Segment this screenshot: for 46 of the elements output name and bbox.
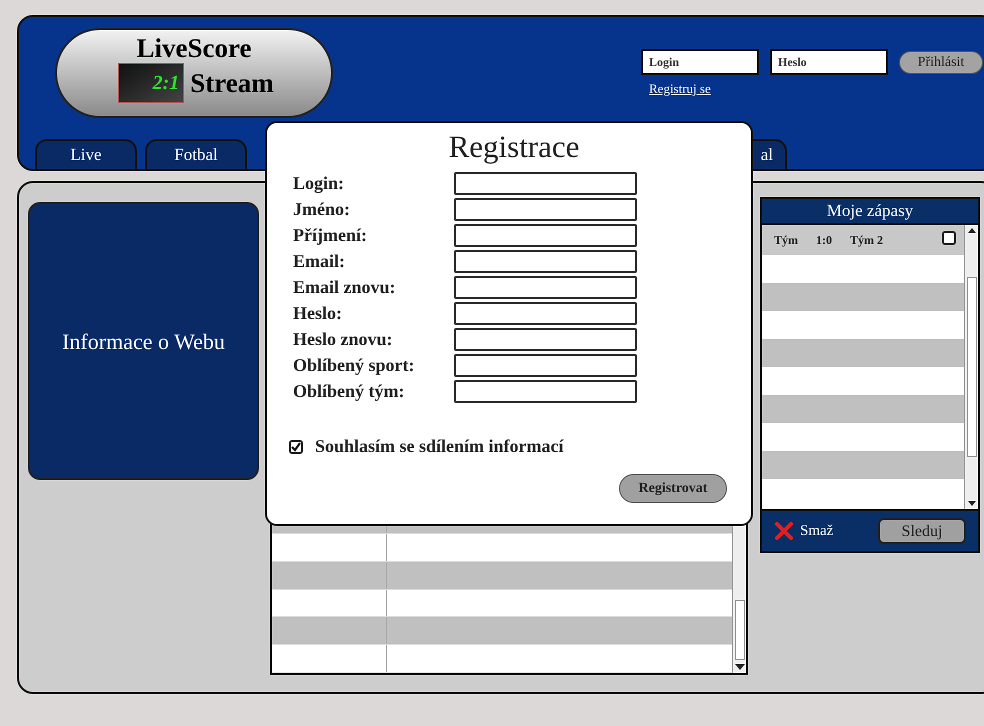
- field-label: Email:: [293, 250, 346, 273]
- field-label: Příjmení:: [293, 224, 368, 247]
- field-label: Email znovu:: [293, 276, 397, 299]
- consent-label: Souhlasím se sdílením informací: [315, 435, 564, 458]
- input-field[interactable]: [454, 198, 637, 221]
- logo-title: LiveScore: [136, 33, 252, 63]
- info-title: Informace o Webu: [62, 328, 225, 356]
- scroll-down-icon[interactable]: [734, 664, 744, 670]
- login-button[interactable]: Přihlásit: [899, 50, 983, 74]
- input-field[interactable]: [454, 172, 637, 195]
- scroll-thumb[interactable]: [966, 277, 976, 457]
- login-field[interactable]: Login: [641, 49, 759, 75]
- input-field[interactable]: [454, 302, 637, 325]
- input-field[interactable]: [454, 224, 637, 247]
- input-field[interactable]: [454, 250, 637, 273]
- field-label: Jméno:: [293, 198, 351, 221]
- column-header: Tým: [774, 232, 798, 249]
- input-field[interactable]: [454, 380, 637, 403]
- consent-checkbox[interactable]: [289, 440, 303, 454]
- input-field[interactable]: [454, 328, 637, 351]
- score-text: 2:1: [152, 73, 180, 93]
- column-header: Tým 2: [850, 232, 883, 249]
- scroll-thumb[interactable]: [734, 600, 744, 660]
- field-label: Heslo:: [293, 302, 343, 325]
- delete-button[interactable]: Smaž: [774, 520, 834, 542]
- scroll-up-icon[interactable]: [968, 228, 976, 233]
- password-field[interactable]: Heslo: [770, 49, 888, 75]
- scroll-down-icon[interactable]: [968, 501, 976, 506]
- input-field[interactable]: [454, 354, 637, 377]
- follow-button[interactable]: Sleduj: [878, 518, 966, 544]
- panel-title: Moje zápasy: [826, 200, 914, 222]
- select-all-checkbox[interactable]: [942, 230, 956, 244]
- logo-subtitle: Stream: [190, 68, 274, 98]
- scrollbar[interactable]: [964, 225, 978, 509]
- register-button[interactable]: Registrovat: [619, 474, 727, 503]
- register-link[interactable]: Registruj se: [649, 79, 711, 98]
- input-field[interactable]: [454, 276, 637, 299]
- column-header: 1:0: [816, 232, 832, 249]
- field-label: Oblíbený sport:: [293, 354, 416, 377]
- field-label: Heslo znovu:: [293, 328, 394, 351]
- dialog-title: Registrace: [448, 129, 580, 165]
- tab[interactable]: Fotbal: [145, 139, 247, 169]
- field-label: Oblíbený tým:: [293, 380, 406, 403]
- field-label: Login:: [293, 172, 346, 195]
- tab[interactable]: Live: [35, 139, 137, 169]
- close-icon: [774, 521, 794, 541]
